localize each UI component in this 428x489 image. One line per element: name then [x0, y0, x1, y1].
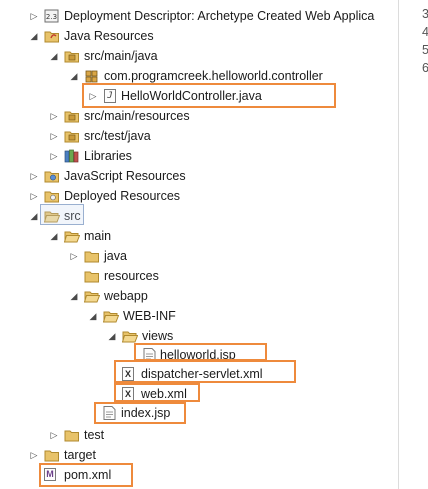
- xml-file-icon: X: [122, 367, 134, 381]
- chevron-down-icon[interactable]: ◢: [29, 206, 39, 226]
- folder-icon: [84, 249, 100, 263]
- chevron-right-icon[interactable]: ▷: [88, 86, 98, 106]
- tree-row-controller-file[interactable]: ▷ J HelloWorldController.java: [0, 86, 398, 106]
- deployed-resources-icon: [44, 189, 60, 203]
- tree-row-libraries[interactable]: ▷ Libraries: [0, 146, 398, 166]
- chevron-right-icon[interactable]: ▷: [49, 146, 59, 166]
- tree-label: src: [64, 209, 81, 223]
- project-explorer-tree: ▷ 2.3 Deployment Descriptor: Archetype C…: [0, 0, 398, 489]
- package-icon: [84, 69, 100, 83]
- tree-label: pom.xml: [64, 468, 112, 482]
- chevron-right-icon[interactable]: ▷: [49, 126, 59, 146]
- tree-label: test: [84, 428, 105, 442]
- tree-row-pom-xml[interactable]: M pom.xml: [0, 465, 398, 485]
- tree-label: resources: [104, 269, 159, 283]
- tree-label: views: [142, 329, 174, 343]
- svg-text:2.3: 2.3: [46, 13, 57, 21]
- folder-open-icon: [83, 289, 101, 303]
- tree-row-web-inf[interactable]: ◢ WEB-INF: [0, 306, 398, 326]
- source-folder-icon: [64, 129, 80, 143]
- chevron-down-icon[interactable]: ◢: [69, 66, 79, 86]
- line-number: 4: [422, 25, 428, 39]
- line-number: 5: [422, 43, 428, 57]
- tree-label: helloworld.jsp: [160, 348, 236, 362]
- tree-label: Java Resources: [64, 29, 154, 43]
- tree-row-web-xml[interactable]: X web.xml: [0, 384, 398, 404]
- line-number: 3: [422, 7, 428, 21]
- chevron-right-icon[interactable]: ▷: [29, 186, 39, 206]
- tree-label: target: [64, 448, 96, 462]
- jsp-file-icon: [142, 348, 158, 362]
- chevron-right-icon[interactable]: ▷: [49, 106, 59, 126]
- tree-label: Deployment Descriptor: Archetype Created…: [64, 9, 375, 23]
- folder-icon: [44, 448, 60, 462]
- java-resources-icon: [44, 29, 60, 43]
- tree-label: Libraries: [84, 149, 132, 163]
- tree-row-src-test-java[interactable]: ▷ src/test/java: [0, 126, 398, 146]
- tree-label: dispatcher-servlet.xml: [141, 367, 263, 381]
- tree-row-webapp[interactable]: ◢ webapp: [0, 286, 398, 306]
- web-descriptor-icon: 2.3: [44, 9, 60, 23]
- tree-label: Deployed Resources: [64, 189, 181, 203]
- tree-row-java[interactable]: ▷ java: [0, 246, 398, 266]
- chevron-down-icon[interactable]: ◢: [49, 226, 59, 246]
- chevron-down-icon[interactable]: ◢: [88, 306, 98, 326]
- chevron-right-icon[interactable]: ▷: [29, 6, 39, 26]
- tree-row-package[interactable]: ◢ com.programcreek.helloworld.controller: [0, 66, 398, 86]
- xml-file-icon: X: [122, 387, 134, 401]
- tree-label: JavaScript Resources: [64, 169, 186, 183]
- folder-icon: [84, 269, 100, 283]
- tree-label: src/main/resources: [84, 109, 190, 123]
- tree-row-java-resources[interactable]: ◢ Java Resources: [0, 26, 398, 46]
- chevron-right-icon[interactable]: ▷: [29, 445, 39, 465]
- tree-label: com.programcreek.helloworld.controller: [104, 69, 323, 83]
- folder-open-icon: [102, 309, 120, 323]
- tree-row-dispatcher-xml[interactable]: X dispatcher-servlet.xml: [0, 364, 398, 384]
- folder-open-icon: [121, 329, 139, 343]
- chevron-right-icon[interactable]: ▷: [69, 246, 79, 266]
- chevron-down-icon[interactable]: ◢: [107, 326, 117, 346]
- tree-row-target[interactable]: ▷ target: [0, 445, 398, 465]
- tree-row-javascript-resources[interactable]: ▷ JavaScript Resources: [0, 166, 398, 186]
- tree-row-deployment-descriptor[interactable]: ▷ 2.3 Deployment Descriptor: Archetype C…: [0, 6, 398, 26]
- tree-row-helloworld-jsp[interactable]: helloworld.jsp: [0, 345, 398, 365]
- source-folder-icon: [64, 49, 80, 63]
- tree-row-resources[interactable]: resources: [0, 266, 398, 286]
- tree-label: webapp: [104, 289, 148, 303]
- maven-file-icon: M: [44, 468, 56, 481]
- tree-row-src-main-java[interactable]: ◢ src/main/java: [0, 46, 398, 66]
- source-folder-icon: [64, 109, 80, 123]
- chevron-down-icon[interactable]: ◢: [69, 286, 79, 306]
- tree-label: index.jsp: [121, 406, 171, 420]
- tree-label: WEB-INF: [123, 309, 176, 323]
- folder-icon: [64, 428, 80, 442]
- libraries-icon: [64, 149, 80, 163]
- tree-label: src/test/java: [84, 129, 151, 143]
- tree-label: web.xml: [141, 387, 187, 401]
- folder-open-icon: [43, 209, 61, 223]
- tree-row-views[interactable]: ◢ views: [0, 326, 398, 346]
- tree-row-deployed-resources[interactable]: ▷ Deployed Resources: [0, 186, 398, 206]
- chevron-right-icon[interactable]: ▷: [49, 425, 59, 445]
- line-number: 6: [422, 61, 428, 75]
- chevron-down-icon[interactable]: ◢: [29, 26, 39, 46]
- tree-row-main[interactable]: ◢ main: [0, 226, 398, 246]
- tree-row-index-jsp[interactable]: index.jsp: [0, 403, 398, 423]
- javascript-resources-icon: [44, 169, 60, 183]
- editor-line-number-gutter: 3 4 5 6: [398, 0, 428, 489]
- tree-row-test[interactable]: ▷ test: [0, 425, 398, 445]
- tree-label: main: [84, 229, 112, 243]
- tree-label: src/main/java: [84, 49, 158, 63]
- tree-row-src[interactable]: ◢ src: [0, 206, 398, 226]
- tree-label: java: [104, 249, 127, 263]
- jsp-file-icon: [102, 406, 118, 420]
- tree-row-src-main-resources[interactable]: ▷ src/main/resources: [0, 106, 398, 126]
- chevron-right-icon[interactable]: ▷: [29, 166, 39, 186]
- tree-label: HelloWorldController.java: [121, 89, 262, 103]
- chevron-down-icon[interactable]: ◢: [49, 46, 59, 66]
- folder-open-icon: [63, 229, 81, 243]
- java-file-icon: J: [104, 89, 116, 103]
